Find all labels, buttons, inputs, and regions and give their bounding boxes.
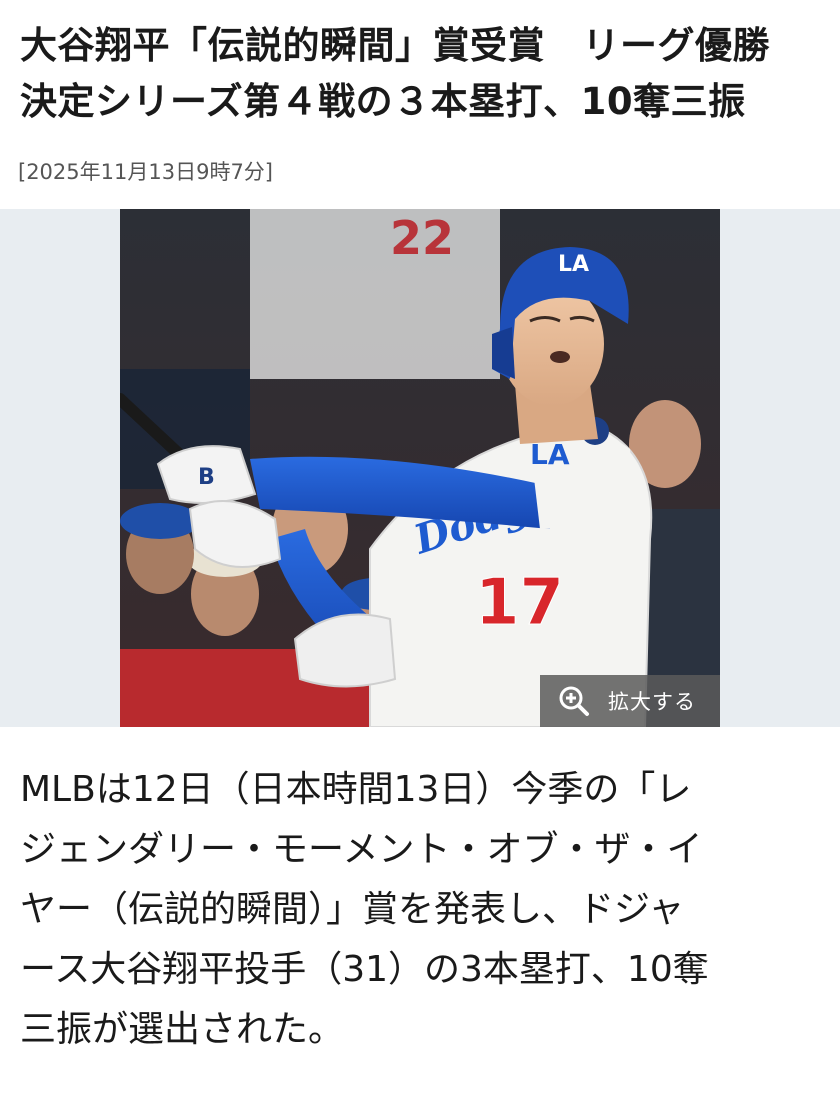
publish-timestamp: [2025年11月13日9時7分]: [18, 160, 273, 184]
body-line: ヤー（伝説的瞬間）」賞を発表し、ドジャ: [20, 889, 685, 930]
magnifier-plus-icon: [556, 683, 592, 719]
batter-photo-illustration: 22 17 LA B LA: [120, 209, 720, 727]
body-line: MLBは12日（日本時間13日）今季の「レ: [20, 769, 692, 810]
article-headline: 大谷翔平「伝説的瞬間」賞受賞 リーグ優勝 決定シリーズ第４戦の３本塁打、10奪三…: [20, 18, 830, 130]
headline-line: 大谷翔平「伝説的瞬間」賞受賞 リーグ優勝: [20, 24, 770, 67]
helmet-logo: LA: [558, 252, 589, 277]
zoom-label: 拡大する: [608, 690, 696, 714]
svg-text:B: B: [198, 465, 215, 490]
article-body: MLBは12日（日本時間13日）今季の「レ ジェンダリー・モーメント・オブ・ザ・…: [20, 760, 820, 1060]
photo-container: 22 17 LA B LA 拡大する: [0, 209, 840, 727]
body-line: ース大谷翔平投手（31）の3本塁打、10奪: [20, 949, 709, 990]
body-line: 三振が選出された。: [20, 1009, 345, 1050]
jersey-number: 17: [475, 566, 564, 640]
background-jersey-number: 22: [390, 211, 454, 265]
body-line: ジェンダリー・モーメント・オブ・ザ・イ: [20, 829, 703, 870]
article-photo[interactable]: 22 17 LA B LA 拡大する: [120, 209, 720, 727]
zoom-button[interactable]: 拡大する: [540, 675, 720, 727]
article-page: 大谷翔平「伝説的瞬間」賞受賞 リーグ優勝 決定シリーズ第４戦の３本塁打、10奪三…: [0, 0, 840, 1094]
headline-line: 決定シリーズ第４戦の３本塁打、10奪三振: [20, 80, 746, 123]
